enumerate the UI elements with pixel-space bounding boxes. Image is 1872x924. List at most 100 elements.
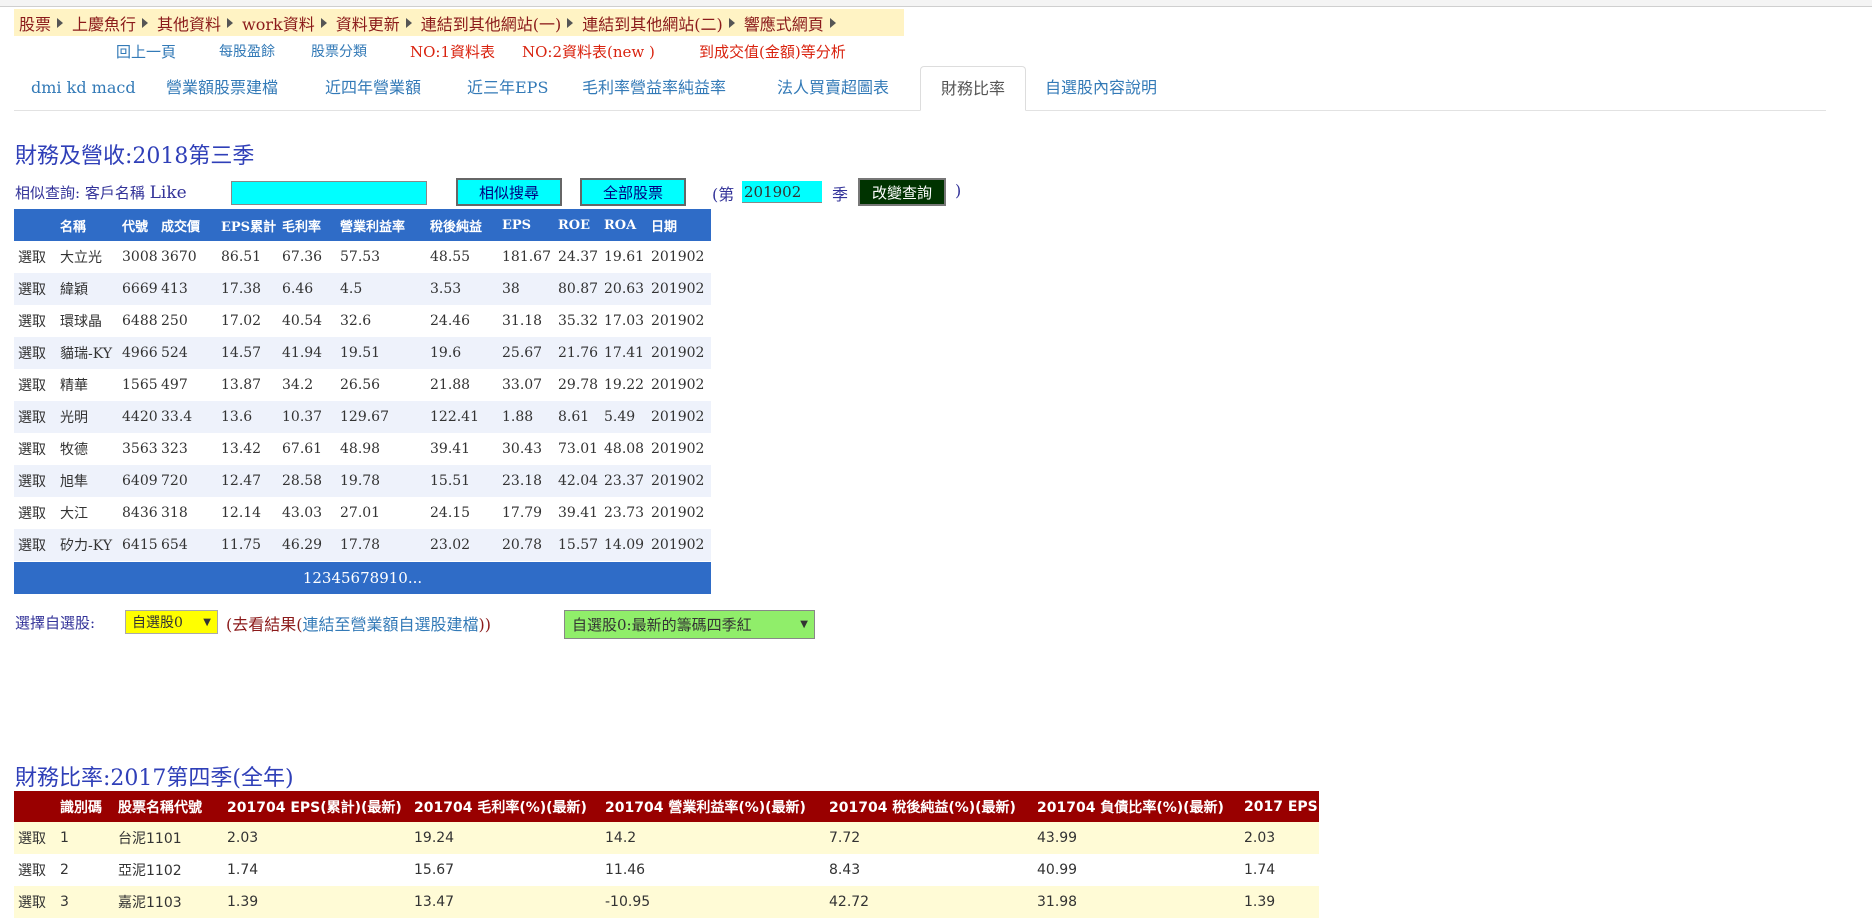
select-link[interactable]: 選取 bbox=[14, 401, 56, 433]
table-cell: 201902 bbox=[647, 465, 711, 497]
select-link[interactable]: 選取 bbox=[14, 433, 56, 465]
table-cell: 4.5 bbox=[336, 273, 426, 305]
menu-item-links-2[interactable]: 連結到其他網站(二) bbox=[577, 11, 739, 35]
like-word: Like bbox=[149, 183, 187, 203]
select-link[interactable]: 選取 bbox=[14, 465, 56, 497]
table-cell: 1565 bbox=[122, 377, 157, 393]
menu-item-data-update[interactable]: 資料更新 bbox=[331, 11, 416, 35]
select-link[interactable]: 選取 bbox=[14, 337, 56, 369]
table-cell: 129.67 bbox=[336, 401, 426, 433]
table-cell: 8.43 bbox=[829, 862, 861, 878]
eps-link[interactable]: 每股盈餘 bbox=[219, 41, 275, 61]
menu-item-other-data[interactable]: 其他資料 bbox=[152, 11, 237, 35]
table-cell: 12.47 bbox=[217, 465, 278, 497]
select-link[interactable]: 選取 bbox=[14, 369, 56, 401]
table-cell: 250 bbox=[161, 313, 188, 329]
table-cell: 環球晶 bbox=[60, 314, 102, 330]
watchlist-category-select[interactable]: 自選股0:最新的籌碼四季紅 ▼ bbox=[564, 610, 815, 639]
table-cell: 6488 bbox=[122, 313, 157, 329]
table-cell: 181.67 bbox=[502, 249, 551, 265]
result-link[interactable]: (去看結果(連結至營業額自選股建檔)) bbox=[226, 611, 491, 635]
season-input[interactable] bbox=[742, 181, 822, 203]
pagination[interactable]: 12345678910... bbox=[14, 562, 711, 594]
table-cell: 413 bbox=[157, 273, 217, 305]
table-row: 選取 環球晶 6488 250 17.02 40.54 32.6 24.46 31.18 35.3… bbox=[14, 305, 711, 337]
volume-analysis-link[interactable]: 到成交值(金額)等分析 bbox=[699, 41, 846, 62]
browser-top-edge bbox=[0, 0, 1872, 7]
table-row: 選取 2 亞泥1102 1.74 15.67 11.46 8.43 40.99 1.74 bbox=[14, 854, 1319, 886]
table-cell: 26.56 bbox=[340, 377, 381, 393]
table-cell: 14.09 bbox=[600, 529, 647, 561]
table-cell: 17.38 bbox=[217, 273, 278, 305]
tab-financial-ratio[interactable]: 財務比率 bbox=[920, 66, 1026, 111]
watchlist-select[interactable]: 自選股0 ▼ bbox=[125, 610, 218, 634]
tab-dmi-kd-macd[interactable]: dmi kd macd bbox=[31, 66, 136, 109]
menu-label: 響應式網頁 bbox=[743, 14, 824, 34]
table-cell: 大江 bbox=[60, 506, 88, 522]
table-cell: 19.78 bbox=[336, 465, 426, 497]
back-link[interactable]: 回上一頁 bbox=[116, 41, 176, 62]
table-cell: 貓瑞-KY bbox=[56, 337, 118, 369]
table-cell: 14.2 bbox=[601, 822, 825, 854]
table-cell: 15.67 bbox=[414, 862, 455, 878]
stock-class-link[interactable]: 股票分類 bbox=[311, 41, 367, 61]
table-cell: -10.95 bbox=[601, 886, 825, 918]
menu-item-links-1[interactable]: 連結到其他網站(一) bbox=[416, 11, 578, 35]
table-cell: 光明 bbox=[56, 401, 118, 433]
table-cell: 旭隼 bbox=[56, 465, 118, 497]
result-link-text[interactable]: 連結至營業額自選股建檔 bbox=[303, 615, 479, 634]
tab-margins[interactable]: 毛利率營益率純益率 bbox=[582, 66, 726, 109]
select-link[interactable]: 選取 bbox=[14, 241, 56, 273]
select-link[interactable]: 選取 bbox=[14, 822, 56, 854]
header-cell: 2017 EPS bbox=[1240, 791, 1319, 822]
table-cell: 42.72 bbox=[825, 886, 1033, 918]
table-cell: 6409 bbox=[118, 465, 157, 497]
table-cell: 201902 bbox=[651, 505, 705, 521]
caret-down-icon: ▼ bbox=[203, 617, 211, 628]
header-cell: 201704 稅後純益(%)(最新) bbox=[825, 791, 1033, 822]
tab-four-year-revenue[interactable]: 近四年營業額 bbox=[325, 66, 421, 109]
table-cell: 323 bbox=[161, 441, 188, 457]
table-row: 選取 緯穎 6669 413 17.38 6.46 4.5 3.53 38 80.87 20.63 2… bbox=[14, 273, 711, 305]
triangle-right-icon bbox=[567, 17, 574, 28]
table-cell: 17.79 bbox=[502, 505, 543, 521]
menu-item-work-data[interactable]: work資料 bbox=[237, 11, 331, 35]
select-link[interactable]: 選取 bbox=[14, 854, 56, 886]
customer-name-input[interactable] bbox=[231, 181, 427, 205]
ratio-table-header: 識別碼 股票名稱代號 201704 EPS(累計)(最新) 201704 毛利率… bbox=[14, 791, 1319, 822]
menu-label: 上慶魚行 bbox=[72, 14, 137, 34]
change-query-button[interactable]: 改變查詢 bbox=[858, 178, 946, 206]
menu-item-stocks[interactable]: 股票 bbox=[14, 11, 67, 35]
result-prefix: (去看結果( bbox=[226, 615, 303, 634]
menu-item-responsive[interactable]: 響應式網頁 bbox=[739, 11, 840, 35]
section-title-ratio: 財務比率:2017第四季(全年) bbox=[15, 766, 294, 791]
table-cell: 17.02 bbox=[221, 313, 262, 329]
no2-table-link[interactable]: NO:2資料表(new ) bbox=[522, 41, 655, 62]
tab-watchlist-notes[interactable]: 自選股內容說明 bbox=[1045, 66, 1157, 109]
table-row: 選取 大立光 3008 3670 86.51 67.36 57.53 48.55 181.67 2… bbox=[14, 241, 711, 273]
table-cell: 67.61 bbox=[282, 441, 323, 457]
table-cell: 嘉泥1103 bbox=[114, 886, 223, 918]
header-cell: 成交價 bbox=[157, 209, 217, 241]
tab-institutional-chart[interactable]: 法人買賣超圖表 bbox=[777, 66, 889, 109]
no1-table-link[interactable]: NO:1資料表 bbox=[410, 41, 495, 62]
select-link[interactable]: 選取 bbox=[14, 305, 56, 337]
header-cell: 201704 EPS(累計)(最新) bbox=[223, 791, 410, 822]
tab-revenue-filing[interactable]: 營業額股票建檔 bbox=[166, 66, 278, 109]
tab-three-year-eps[interactable]: 近三年EPS bbox=[467, 66, 548, 109]
similar-search-button[interactable]: 相似搜尋 bbox=[456, 178, 562, 206]
select-link[interactable]: 選取 bbox=[14, 886, 56, 918]
table-cell: 43.99 bbox=[1033, 822, 1240, 854]
header-cell: 201704 負債比率(%)(最新) bbox=[1033, 791, 1240, 822]
result-suffix: )) bbox=[478, 615, 491, 634]
table-cell: 39.41 bbox=[430, 441, 471, 457]
menu-item-fish[interactable]: 上慶魚行 bbox=[67, 11, 152, 35]
table-cell: 122.41 bbox=[426, 401, 498, 433]
select-link[interactable]: 選取 bbox=[14, 529, 56, 561]
select-link[interactable]: 選取 bbox=[14, 497, 56, 529]
table-cell: 201902 bbox=[647, 529, 711, 561]
table-cell: 7.72 bbox=[825, 822, 1033, 854]
select-link[interactable]: 選取 bbox=[14, 273, 56, 305]
all-stocks-button[interactable]: 全部股票 bbox=[580, 178, 686, 206]
table-cell: 201902 bbox=[647, 337, 711, 369]
